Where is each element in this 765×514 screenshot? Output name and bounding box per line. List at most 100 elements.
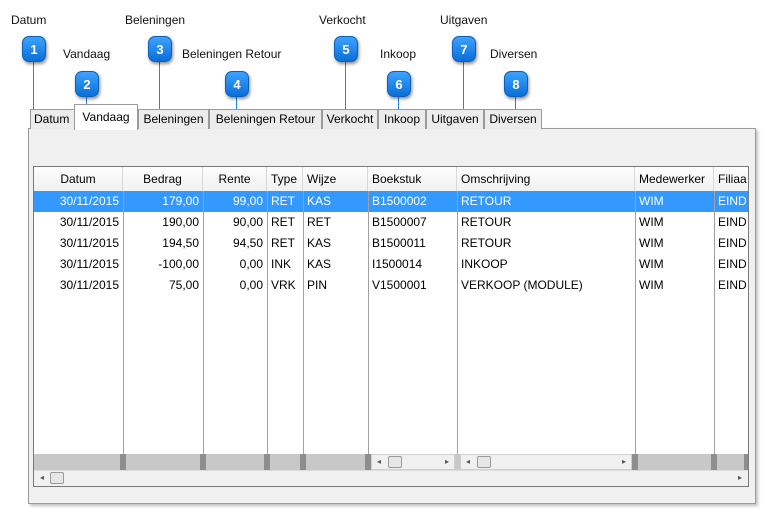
table-cell: VERKOOP (MODULE) [461,278,583,292]
table-cell: WIM [639,278,664,292]
column-header-datum[interactable]: Datum [34,167,123,191]
omschrijving-cell-scrollbar[interactable]: ◂ ▸ [460,454,632,470]
tab-diversen[interactable]: Diversen [484,109,542,129]
column-splitter[interactable] [264,454,270,470]
tab-beleningen[interactable]: Beleningen [138,109,209,129]
scroll-thumb[interactable] [50,472,64,484]
table-header: Datum Bedrag Rente Type Wijze Boekstuk O… [34,167,748,191]
column-header-boekstuk[interactable]: Boekstuk [368,167,457,191]
table-row[interactable]: 30/11/2015 75,00 0,00 VRK PIN V1500001 V… [34,275,748,296]
column-header-type[interactable]: Type [267,167,303,191]
column-divider [123,191,124,470]
table-row[interactable]: 30/11/2015 194,50 94,50 RET KAS B1500011… [34,233,748,254]
table-cell: WIM [639,257,664,271]
callout-badge-1: 1 [22,36,46,62]
column-header-omschrijving[interactable]: Omschrijving [457,167,635,191]
table-cell: EIND [718,257,747,271]
table-cell: PIN [307,278,328,292]
transactions-grid[interactable]: Datum Bedrag Rente Type Wijze Boekstuk O… [33,166,749,487]
table-cell: 30/11/2015 [59,278,119,292]
table-cell: B1500011 [372,236,426,250]
column-divider [303,191,304,470]
table-cell: RET [307,215,331,229]
table-cell: KAS [307,257,332,271]
grid-horizontal-scrollbar[interactable]: ◂ ▸ [34,470,748,486]
table-cell: 30/11/2015 [59,194,119,208]
table-cell: KAS [307,236,332,250]
table-cell: VRK [271,278,296,292]
column-header-medewerker[interactable]: Medewerker [635,167,714,191]
tab-uitgaven[interactable]: Uitgaven [426,109,484,129]
table-cell: V1500001 [372,278,427,292]
callout-badge-5: 5 [334,36,358,62]
column-divider [368,191,369,470]
table-cell: 94,50 [232,236,263,250]
scroll-right-icon[interactable]: ▸ [735,473,745,483]
column-splitter[interactable] [711,454,717,470]
table-cell: 0,00 [239,278,263,292]
callout-badge-8: 8 [504,71,528,97]
callout-label-diversen: Diversen [490,47,538,61]
column-divider [267,191,268,470]
column-header-wijze[interactable]: Wijze [303,167,368,191]
tab-verkocht[interactable]: Verkocht [322,109,378,129]
column-splitter[interactable] [744,454,748,470]
table-cell: WIM [639,194,664,208]
column-splitter[interactable] [300,454,306,470]
table-row[interactable]: 30/11/2015 179,00 99,00 RET KAS B1500002… [34,191,748,212]
callout-label-vandaag: Vandaag [63,47,111,61]
scroll-thumb[interactable] [388,456,402,468]
table-cell: INK [271,257,292,271]
leader-line [33,60,34,110]
table-cell: 99,00 [232,194,263,208]
table-cell: EIND [718,215,747,229]
callout-label-beleningen: Beleningen [125,13,186,27]
table-row[interactable]: 30/11/2015 190,00 90,00 RET RET B1500007… [34,212,748,233]
table-cell: -100,00 [158,257,199,271]
table-cell: EIND [718,236,747,250]
column-splitter[interactable] [632,454,638,470]
table-cell: B1500007 [372,215,427,229]
boekstuk-cell-scrollbar[interactable]: ◂ ▸ [371,454,455,470]
table-cell: I1500014 [372,257,423,271]
leader-line [345,60,346,110]
scroll-right-icon[interactable]: ▸ [619,457,629,467]
table-cell: RETOUR [461,215,512,229]
table-cell: RET [271,215,295,229]
column-splitter[interactable] [200,454,206,470]
table-cell: 179,00 [162,194,199,208]
scroll-left-icon[interactable]: ◂ [374,457,384,467]
leader-line [463,60,464,110]
table-cell: 30/11/2015 [59,215,119,229]
column-header-filiaal[interactable]: Filiaa [714,167,748,191]
column-header-rente[interactable]: Rente [203,167,267,191]
column-header-bedrag[interactable]: Bedrag [123,167,203,191]
table-cell: 194,50 [162,236,199,250]
table-cell: RETOUR [461,236,512,250]
callout-label-verkocht: Verkocht [319,13,366,27]
tab-vandaag[interactable]: Vandaag [74,104,138,130]
callout-badge-2: 2 [75,71,99,97]
table-cell: RET [271,236,295,250]
column-splitter[interactable] [120,454,126,470]
scroll-left-icon[interactable]: ◂ [37,473,47,483]
table-row[interactable]: 30/11/2015 -100,00 0,00 INK KAS I1500014… [34,254,748,275]
table-cell: RETOUR [461,194,512,208]
scroll-right-icon[interactable]: ▸ [442,457,452,467]
column-divider [457,191,458,470]
callout-badge-3: 3 [148,36,172,62]
table-cell: EIND [718,194,747,208]
scroll-left-icon[interactable]: ◂ [463,457,473,467]
table-cell: WIM [639,236,664,250]
callout-badge-7: 7 [452,36,476,62]
tab-inkoop[interactable]: Inkoop [378,109,426,129]
tab-datum[interactable]: Datum [30,109,78,129]
table-cell: 75,00 [168,278,199,292]
tab-beleningen-retour[interactable]: Beleningen Retour [209,109,322,129]
table-cell: 30/11/2015 [59,257,119,271]
scroll-thumb[interactable] [477,456,491,468]
leader-line [236,95,237,110]
table-cell: 90,00 [232,215,263,229]
leader-line [515,95,516,110]
callout-label-inkoop: Inkoop [380,47,417,61]
